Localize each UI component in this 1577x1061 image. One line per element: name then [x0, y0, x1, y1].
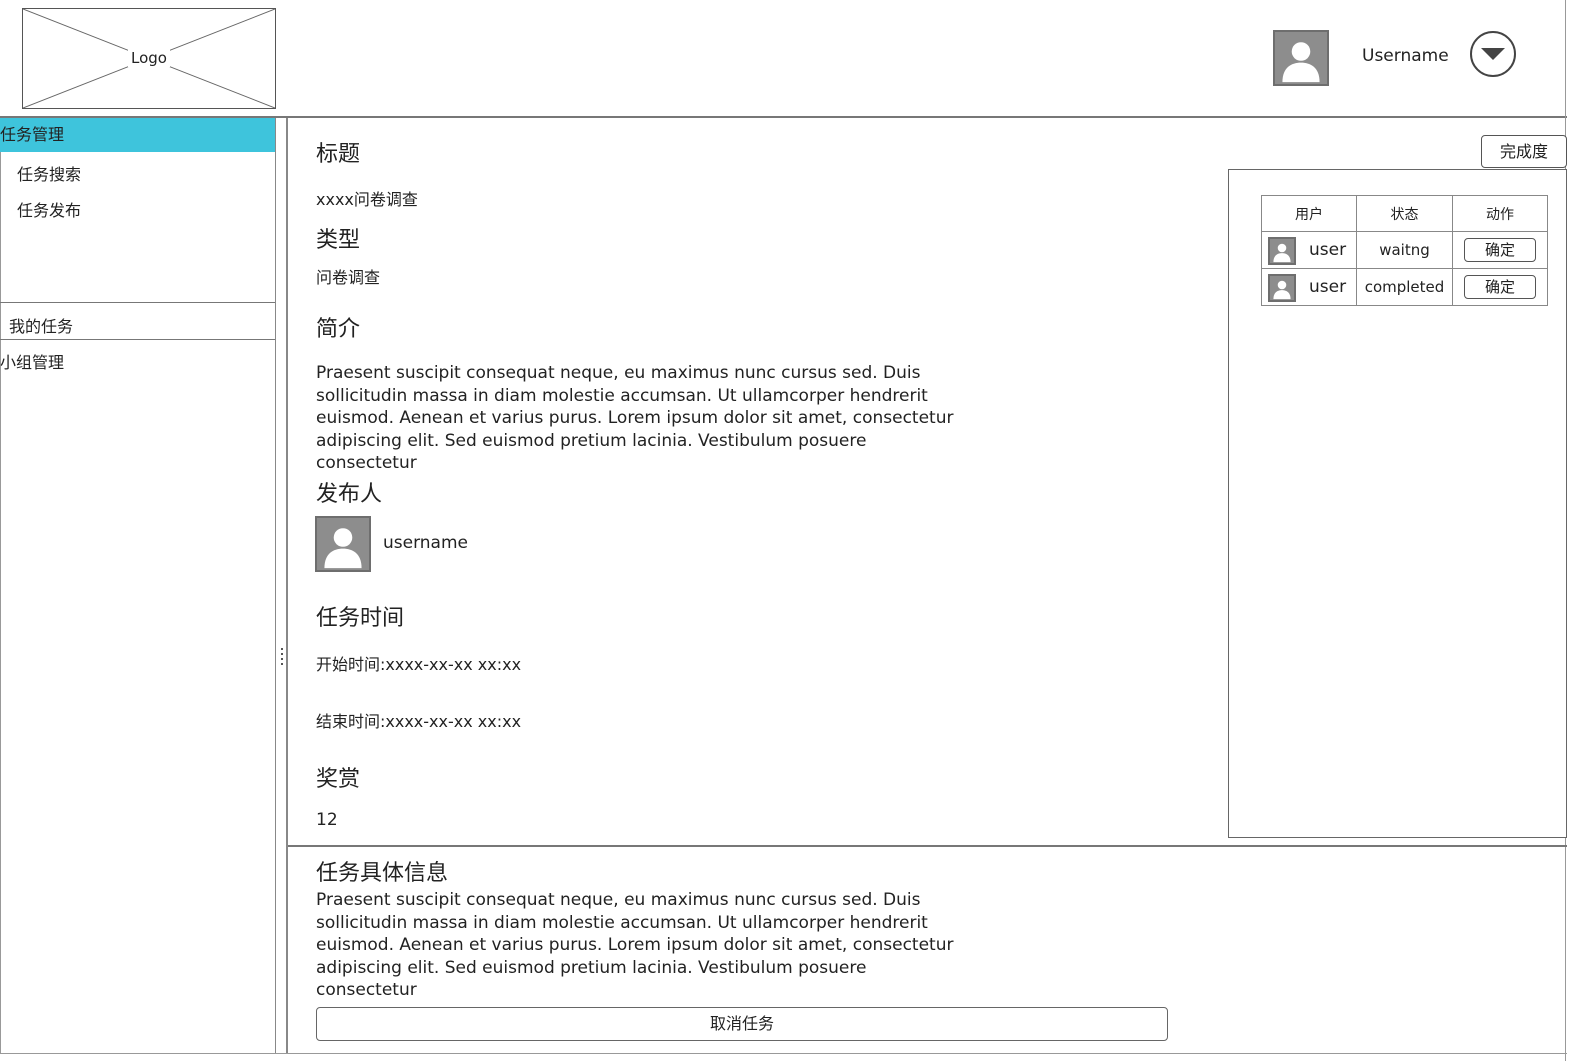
row-avatar [1268, 237, 1296, 265]
sidebar-item-task-publish[interactable]: 任务发布 [17, 197, 81, 221]
reward-label: 奖赏 [316, 767, 361, 792]
header-username[interactable]: Username [1362, 46, 1449, 66]
table-cell-user: user [1261, 268, 1357, 306]
table-row: user waitng 确定 [1261, 231, 1548, 269]
detail-label: 任务具体信息 [316, 861, 449, 886]
row-avatar-icon [1273, 280, 1291, 300]
user-menu-dropdown-button[interactable] [1470, 31, 1516, 77]
intro-label: 简介 [316, 317, 361, 342]
logo-text: Logo [128, 49, 170, 67]
user-avatar[interactable] [1273, 30, 1329, 86]
column-header-action: 动作 [1452, 195, 1548, 232]
cancel-task-button[interactable]: 取消任务 [316, 1007, 1168, 1041]
table-header-row: 用户 状态 动作 [1261, 195, 1548, 232]
sidebar-item-my-tasks[interactable]: 我的任务 [9, 313, 73, 337]
window-bottom-border [0, 1053, 1567, 1054]
table-row: user completed 确定 [1261, 268, 1548, 306]
section-divider [288, 845, 1567, 847]
confirm-button[interactable]: 确定 [1464, 238, 1536, 262]
detail-text: Praesent suscipit consequat neque, eu ma… [316, 890, 954, 1000]
sidebar-divider [0, 339, 275, 340]
row-avatar-icon [1273, 243, 1291, 263]
row-username: user [1309, 240, 1347, 260]
sidebar-item-task-search[interactable]: 任务搜索 [17, 161, 81, 185]
confirm-button[interactable]: 确定 [1464, 275, 1536, 299]
column-header-user: 用户 [1261, 195, 1357, 232]
row-username: user [1309, 277, 1347, 297]
task-time-label: 任务时间 [316, 606, 405, 631]
row-avatar [1268, 274, 1296, 302]
type-value: 问卷调查 [316, 268, 381, 287]
sidebar-item-task-management[interactable]: 任务管理 [0, 118, 275, 152]
splitter-handle[interactable] [280, 648, 284, 668]
table-cell-action: 确定 [1452, 231, 1548, 269]
publisher-avatar-icon [324, 528, 362, 569]
logo-placeholder: Logo [22, 8, 276, 109]
window-left-border [0, 118, 1, 1053]
completion-table: 用户 状态 动作 user waitng 确定 user completed 确… [1261, 195, 1548, 306]
table-cell-status: waitng [1356, 231, 1453, 269]
sidebar-divider [0, 302, 275, 303]
sidebar-border [275, 118, 276, 1053]
completion-button[interactable]: 完成度 [1481, 135, 1567, 168]
type-label: 类型 [316, 228, 361, 253]
reward-value: 12 [316, 810, 338, 830]
table-cell-status: completed [1356, 268, 1453, 306]
logo-text-wrap: Logo [23, 49, 275, 67]
intro-text: Praesent suscipit consequat neque, eu ma… [316, 363, 954, 473]
end-time: 结束时间:xxxx-xx-xx xx:xx [316, 712, 522, 731]
publisher-name[interactable]: username [383, 533, 468, 553]
column-header-status: 状态 [1356, 195, 1453, 232]
content-border [286, 118, 288, 1053]
publisher-avatar[interactable] [315, 516, 371, 572]
chevron-down-icon [1481, 48, 1505, 60]
table-cell-action: 确定 [1452, 268, 1548, 306]
start-time: 开始时间:xxxx-xx-xx xx:xx [316, 655, 522, 674]
user-avatar-icon [1282, 42, 1320, 83]
title-label: 标题 [316, 142, 361, 167]
title-value: xxxx问卷调查 [316, 190, 418, 209]
publisher-label: 发布人 [316, 482, 383, 507]
table-cell-user: user [1261, 231, 1357, 269]
sidebar-item-group-management[interactable]: 小组管理 [0, 349, 64, 373]
